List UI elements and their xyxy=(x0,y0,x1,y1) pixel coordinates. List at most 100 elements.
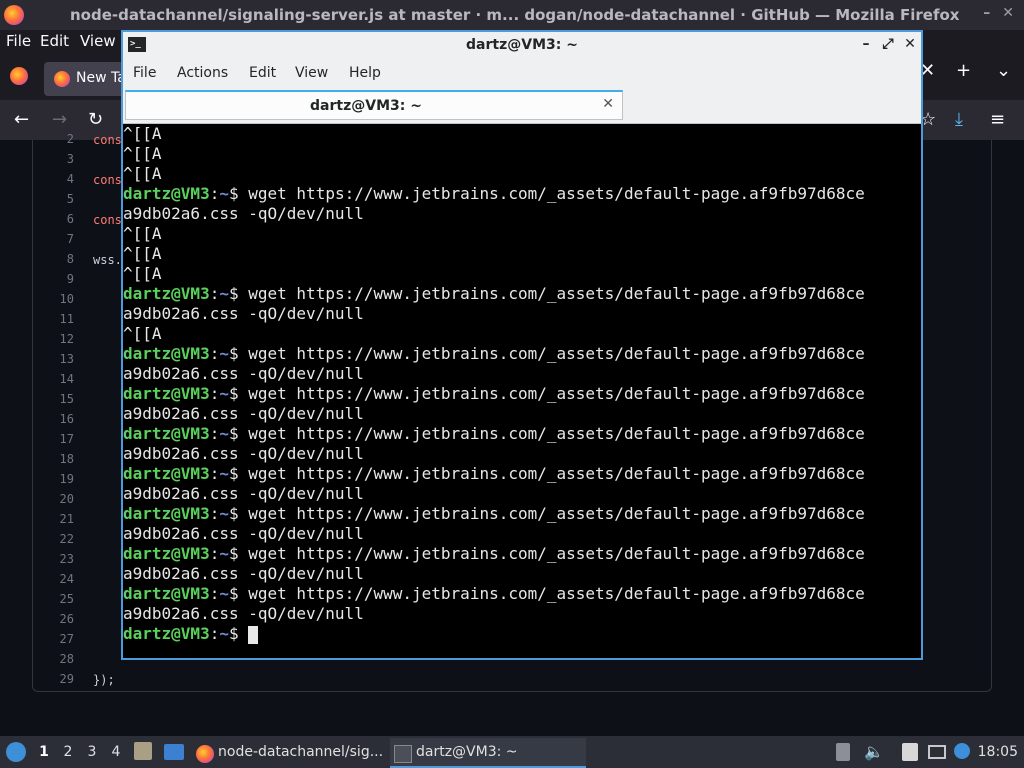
terminal-tab-label: dartz@VM3: ~ xyxy=(310,98,422,114)
terminal-prompt-line: dartz@VM3:~$ wget https://www.jetbrains.… xyxy=(123,584,865,603)
firefox-menu-view[interactable]: View xyxy=(80,32,116,50)
new-tab-icon[interactable]: + xyxy=(956,60,971,81)
minimize-icon[interactable]: – xyxy=(859,36,873,52)
taskbar-task-terminal[interactable]: dartz@VM3: ~ xyxy=(390,738,586,768)
taskbar-task-label: node-datachannel/sig... xyxy=(218,744,384,760)
terminal-prompt-line: dartz@VM3:~$ xyxy=(123,624,921,644)
firefox-tab-favicon-icon xyxy=(54,71,70,87)
line-number: 5 xyxy=(66,192,74,206)
terminal-prompt-line: dartz@VM3:~$ wget https://www.jetbrains.… xyxy=(123,544,865,563)
desktop: node-datachannel/signaling-server.js at … xyxy=(0,0,1024,768)
terminal-menu-actions[interactable]: Actions xyxy=(177,65,228,81)
terminal-window[interactable]: >_ dartz@VM3: ~ – ⤢ ✕ File Actions Edit … xyxy=(121,30,923,660)
workspace-1[interactable]: 1 xyxy=(34,744,54,760)
line-number: 21 xyxy=(59,512,74,526)
line-number: 25 xyxy=(59,592,74,606)
clock[interactable]: 18:05 xyxy=(978,744,1018,760)
firefox-titlebar[interactable]: node-datachannel/signaling-server.js at … xyxy=(0,0,1024,30)
terminal-icon xyxy=(394,745,412,763)
line-number: 14 xyxy=(59,372,74,386)
start-menu-icon[interactable] xyxy=(6,742,26,762)
back-icon[interactable]: ← xyxy=(14,109,29,130)
command-wrap-line: a9db02a6.css -qO/dev/null xyxy=(123,364,364,383)
terminal-echo-line: ^[[A xyxy=(123,264,162,283)
terminal-output[interactable]: ^[[A ^[[A ^[[A dartz@VM3:~$ wget https://ww… xyxy=(123,124,921,658)
line-number: 10 xyxy=(59,292,74,306)
prompt-user: dartz@VM3 xyxy=(123,544,210,563)
terminal-menu-view[interactable]: View xyxy=(295,65,328,81)
close-tab-icon[interactable]: ✕ xyxy=(602,96,614,112)
forward-icon[interactable]: → xyxy=(52,109,67,130)
line-number: 17 xyxy=(59,432,74,446)
firefox-menu-file[interactable]: File xyxy=(6,32,31,50)
workspace-4[interactable]: 4 xyxy=(106,744,126,760)
terminal-cursor xyxy=(248,625,259,644)
firefox-menu-edit[interactable]: Edit xyxy=(40,32,69,50)
taskbar-task-firefox[interactable]: node-datachannel/sig... xyxy=(192,738,388,768)
terminal-tab[interactable]: dartz@VM3: ~ ✕ xyxy=(125,90,623,120)
line-number: 13 xyxy=(59,352,74,366)
notes-icon[interactable] xyxy=(902,743,918,761)
command-text: wget https://www.jetbrains.com/_assets/d… xyxy=(238,464,865,483)
terminal-echo-line: ^[[A xyxy=(123,324,162,343)
network-icon[interactable] xyxy=(928,745,946,759)
command-wrap-line: a9db02a6.css -qO/dev/null xyxy=(123,564,364,583)
prompt-path: ~ xyxy=(219,584,229,603)
maximize-icon[interactable]: ⤢ xyxy=(881,36,895,52)
terminal-menu-edit[interactable]: Edit xyxy=(249,65,276,81)
terminal-prompt-line: dartz@VM3:~$ wget https://www.jetbrains.… xyxy=(123,344,865,363)
reload-icon[interactable]: ↻ xyxy=(88,109,103,130)
terminal-titlebar[interactable]: >_ dartz@VM3: ~ – ⤢ ✕ xyxy=(123,32,921,58)
terminal-menu-help[interactable]: Help xyxy=(349,65,381,81)
terminal-echo-line: ^[[A xyxy=(123,164,162,183)
prompt-user: dartz@VM3 xyxy=(123,344,210,363)
line-number: 3 xyxy=(66,152,74,166)
terminal-echo-line: ^[[A xyxy=(123,144,162,163)
prompt-path: ~ xyxy=(219,624,229,643)
code-fragment: cons xyxy=(93,133,122,147)
terminal-prompt-line: dartz@VM3:~$ wget https://www.jetbrains.… xyxy=(123,184,865,203)
line-number: 24 xyxy=(59,572,74,586)
line-number: 15 xyxy=(59,392,74,406)
close-icon[interactable]: ✕ xyxy=(903,36,917,52)
line-number: 23 xyxy=(59,552,74,566)
minimize-icon[interactable]: – xyxy=(983,5,990,21)
updates-icon[interactable] xyxy=(954,743,970,759)
line-number: 4 xyxy=(66,172,74,186)
command-text: wget https://www.jetbrains.com/_assets/d… xyxy=(238,544,865,563)
workspace-3[interactable]: 3 xyxy=(82,744,102,760)
prompt-user: dartz@VM3 xyxy=(123,384,210,403)
workspace-2[interactable]: 2 xyxy=(58,744,78,760)
command-wrap-line: a9db02a6.css -qO/dev/null xyxy=(123,484,364,503)
terminal-prompt-line: dartz@VM3:~$ wget https://www.jetbrains.… xyxy=(123,464,865,483)
line-number: 8 xyxy=(66,252,74,266)
line-number: 7 xyxy=(66,232,74,246)
show-desktop-icon[interactable] xyxy=(164,744,184,760)
command-wrap-line: a9db02a6.css -qO/dev/null xyxy=(123,524,364,543)
close-icon[interactable]: ✕ xyxy=(1002,5,1014,21)
terminal-window-title: dartz@VM3: ~ xyxy=(466,37,578,53)
prompt-path: ~ xyxy=(219,184,229,203)
terminal-prompt-line: dartz@VM3:~$ wget https://www.jetbrains.… xyxy=(123,384,865,403)
line-number: 29 xyxy=(59,672,74,686)
file-manager-icon[interactable] xyxy=(134,742,152,760)
code-fragment: cons xyxy=(93,213,122,227)
downloads-icon[interactable]: ⤓ xyxy=(955,109,963,130)
prompt-path: ~ xyxy=(219,424,229,443)
terminal-menu-file[interactable]: File xyxy=(133,65,156,81)
terminal-menubar: File Actions Edit View Help xyxy=(123,58,921,88)
volume-icon[interactable]: 🔈 xyxy=(864,742,884,761)
prompt-user: dartz@VM3 xyxy=(123,284,210,303)
prompt-user: dartz@VM3 xyxy=(123,584,210,603)
prompt-path: ~ xyxy=(219,384,229,403)
firefox-window-controls: – ✕ xyxy=(983,5,1014,21)
firefox-view-icon[interactable] xyxy=(10,67,28,85)
terminal-prompt-line: dartz@VM3:~$ wget https://www.jetbrains.… xyxy=(123,424,865,443)
command-wrap-line: a9db02a6.css -qO/dev/null xyxy=(123,404,364,423)
app-menu-icon[interactable]: ≡ xyxy=(990,109,1005,130)
firefox-icon xyxy=(196,745,214,763)
command-text: wget https://www.jetbrains.com/_assets/d… xyxy=(238,504,865,523)
clipboard-icon[interactable] xyxy=(836,743,850,761)
list-tabs-chevron-icon[interactable]: ⌄ xyxy=(996,60,1011,81)
firefox-tab-label: New Ta xyxy=(76,70,126,86)
